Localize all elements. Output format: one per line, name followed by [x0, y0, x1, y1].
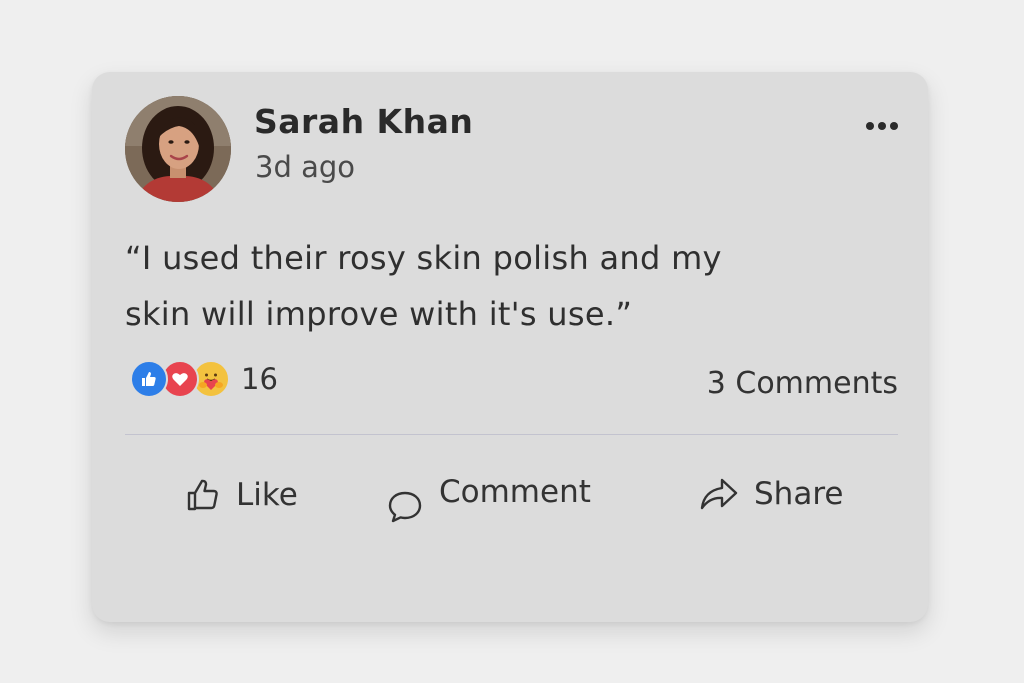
reaction-count: 16	[241, 362, 278, 396]
thumbs-up-icon	[187, 479, 218, 511]
like-button[interactable]: Like	[184, 476, 298, 514]
comment-button[interactable]: Comment	[387, 474, 629, 524]
post-card: Sarah Khan 3d ago “I used their rosy ski…	[92, 72, 928, 622]
comment-bubble-icon	[388, 491, 422, 523]
share-label: Share	[754, 476, 844, 512]
post-timestamp[interactable]: 3d ago	[255, 150, 355, 184]
post-text: “I used their rosy skin polish and my sk…	[125, 239, 722, 333]
like-reaction-icon	[130, 360, 168, 398]
author-name[interactable]: Sarah Khan	[254, 102, 473, 141]
share-arrow-icon	[700, 478, 738, 510]
share-button[interactable]: Share	[698, 476, 843, 512]
like-label: Like	[236, 477, 298, 513]
comments-count-link[interactable]: 3 Comments	[707, 366, 898, 401]
divider	[125, 434, 898, 435]
profile-photo-icon	[125, 96, 231, 202]
avatar[interactable]	[125, 96, 231, 202]
comment-label: Comment	[439, 474, 591, 510]
more-horizontal-icon	[866, 122, 874, 130]
page: Sarah Khan 3d ago “I used their rosy ski…	[0, 0, 1024, 683]
reactions-summary[interactable]: 16	[130, 359, 278, 399]
more-options-button[interactable]	[860, 112, 904, 140]
